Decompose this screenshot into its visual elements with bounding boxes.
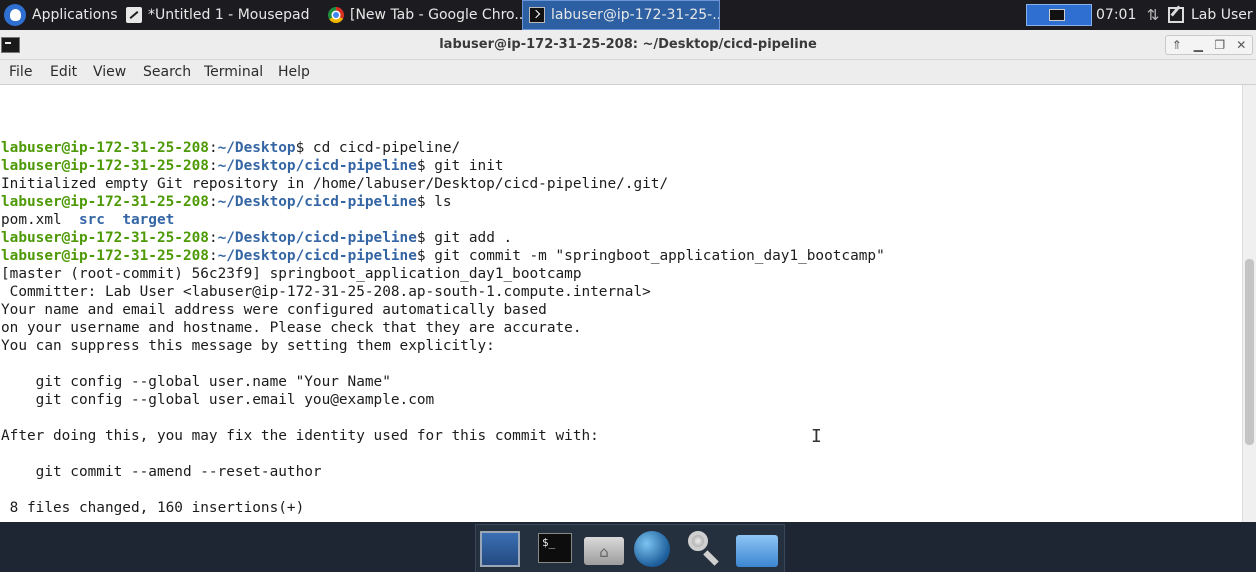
terminal-prompt-line: labuser@ip-172-31-25-208:~/Desktop/cicd-… — [1, 193, 885, 211]
home-folder-icon[interactable]: ⌂ — [584, 537, 624, 565]
taskbar-item-terminal[interactable]: labuser@ip-172-31-25-... — [522, 0, 720, 30]
file-manager-icon[interactable] — [736, 535, 778, 567]
terminal-prompt-line: labuser@ip-172-31-25-208:~/Desktop/cicd-… — [1, 157, 885, 175]
workspace-switcher[interactable] — [1026, 4, 1092, 26]
ls-gap — [62, 212, 79, 228]
terminal-scrollbar[interactable] — [1242, 85, 1256, 522]
terminal-output-line: [master (root-commit) 56c23f9] springboo… — [1, 266, 582, 282]
top-panel: Applications *Untitled 1 - Mousepad [New… — [0, 0, 1256, 30]
applications-label: Applications — [32, 7, 118, 23]
window-controls: ⇑ ▁ ❐ ✕ — [1165, 35, 1253, 55]
terminal-lines: labuser@ip-172-31-25-208:~/Desktop$ cd c… — [1, 139, 885, 517]
prompt-path: ~/Desktop/cicd-pipeline — [217, 194, 417, 210]
prompt-command: $ ls — [416, 194, 452, 210]
web-browser-icon[interactable] — [634, 531, 670, 567]
clock[interactable]: 07:01 — [1096, 0, 1136, 30]
terminal-output-line: Committer: Lab User <labuser@ip-172-31-2… — [1, 284, 651, 300]
terminal-output-line: on your username and hostname. Please ch… — [1, 320, 582, 336]
menu-terminal[interactable]: Terminal — [204, 60, 263, 84]
prompt-command: $ cd cicd-pipeline/ — [295, 140, 461, 156]
window-titlebar[interactable]: labuser@ip-172-31-25-208: ~/Desktop/cicd… — [0, 30, 1256, 60]
terminal-output[interactable]: labuser@ip-172-31-25-208:~/Desktop$ cd c… — [0, 85, 1242, 522]
scrollbar-thumb[interactable] — [1245, 259, 1254, 445]
prompt-separator: : — [208, 140, 218, 156]
app-finder-icon[interactable] — [684, 527, 724, 567]
user-edit-icon — [1168, 7, 1184, 23]
roll-up-icon[interactable]: ⇑ — [1168, 38, 1186, 52]
terminal-output-line: 8 files changed, 160 insertions(+) — [1, 500, 305, 516]
prompt-command: $ git commit -m "springboot_application_… — [416, 248, 885, 264]
menu-file[interactable]: File — [9, 60, 32, 84]
terminal-output-line: Initialized empty Git repository in /hom… — [1, 176, 669, 192]
terminal-icon[interactable]: $_ — [538, 533, 572, 563]
prompt-separator: : — [208, 194, 218, 210]
terminal-prompt-line: labuser@ip-172-31-25-208:~/Desktop/cicd-… — [1, 247, 885, 265]
ls-file: pom.xml — [1, 212, 62, 228]
prompt-separator: : — [208, 230, 218, 246]
text-cursor-icon: I — [811, 426, 822, 447]
dock: $_ ⌂ — [475, 524, 785, 572]
ls-directory: target — [122, 212, 175, 228]
mousepad-icon — [126, 7, 142, 23]
chrome-icon — [328, 7, 344, 23]
prompt-separator: : — [208, 158, 218, 174]
terminal-prompt-line: labuser@ip-172-31-25-208:~/Desktop/cicd-… — [1, 229, 885, 247]
menubar: File Edit View Search Terminal Help — [0, 60, 1256, 85]
terminal-output-line: git config --global user.name "Your Name… — [1, 374, 391, 390]
taskbar-item-chrome[interactable]: [New Tab - Google Chro... — [322, 0, 526, 30]
desktop-icon[interactable] — [480, 531, 520, 567]
taskbar-item-label: labuser@ip-172-31-25-... — [551, 7, 720, 23]
window-title: labuser@ip-172-31-25-208: ~/Desktop/cicd… — [439, 37, 817, 52]
maximize-icon[interactable]: ❐ — [1211, 38, 1229, 52]
taskbar-item-mousepad[interactable]: *Untitled 1 - Mousepad — [120, 0, 324, 30]
prompt-user-host: labuser@ip-172-31-25-208 — [1, 248, 209, 264]
prompt-path: ~/Desktop/cicd-pipeline — [217, 230, 417, 246]
prompt-path: ~/Desktop/cicd-pipeline — [217, 158, 417, 174]
workspace-window-icon — [1049, 9, 1065, 21]
prompt-command: $ git add . — [416, 230, 513, 246]
terminal-icon — [529, 7, 545, 23]
terminal-output-line: git config --global user.email you@examp… — [1, 392, 435, 408]
prompt-user-host: labuser@ip-172-31-25-208 — [1, 158, 209, 174]
prompt-user-host: labuser@ip-172-31-25-208 — [1, 194, 209, 210]
taskbar-item-label: [New Tab - Google Chro... — [350, 7, 526, 23]
prompt-path: ~/Desktop — [217, 140, 296, 156]
xfce-logo-icon — [4, 4, 26, 26]
ls-directory: src — [78, 212, 105, 228]
applications-menu-button[interactable]: Applications — [0, 0, 118, 30]
taskbar-item-label: *Untitled 1 - Mousepad — [148, 7, 310, 23]
minimize-icon[interactable]: ▁ — [1189, 38, 1207, 52]
close-icon[interactable]: ✕ — [1232, 38, 1250, 52]
network-icon[interactable]: ⇅ — [1144, 6, 1162, 24]
menu-search[interactable]: Search — [143, 60, 191, 84]
menu-edit[interactable]: Edit — [50, 60, 77, 84]
prompt-user-host: labuser@ip-172-31-25-208 — [1, 140, 209, 156]
user-name: Lab User — [1191, 7, 1253, 23]
terminal-prompt-line: labuser@ip-172-31-25-208:~/Desktop$ cd c… — [1, 139, 885, 157]
menu-view[interactable]: View — [93, 60, 126, 84]
ls-gap — [105, 212, 122, 228]
terminal-output-line: git commit --amend --reset-author — [1, 464, 322, 480]
prompt-path: ~/Desktop/cicd-pipeline — [217, 248, 417, 264]
terminal-output-line: Your name and email address were configu… — [1, 302, 547, 318]
terminal-output-line: You can suppress this message by setting… — [1, 338, 495, 354]
menu-help[interactable]: Help — [278, 60, 310, 84]
prompt-command: $ git init — [416, 158, 504, 174]
prompt-user-host: labuser@ip-172-31-25-208 — [1, 230, 209, 246]
user-menu[interactable]: Lab User — [1168, 0, 1253, 30]
terminal-output-line: After doing this, you may fix the identi… — [1, 428, 599, 444]
prompt-separator: : — [208, 248, 218, 264]
terminal-ls-output: pom.xml src target — [1, 211, 885, 229]
